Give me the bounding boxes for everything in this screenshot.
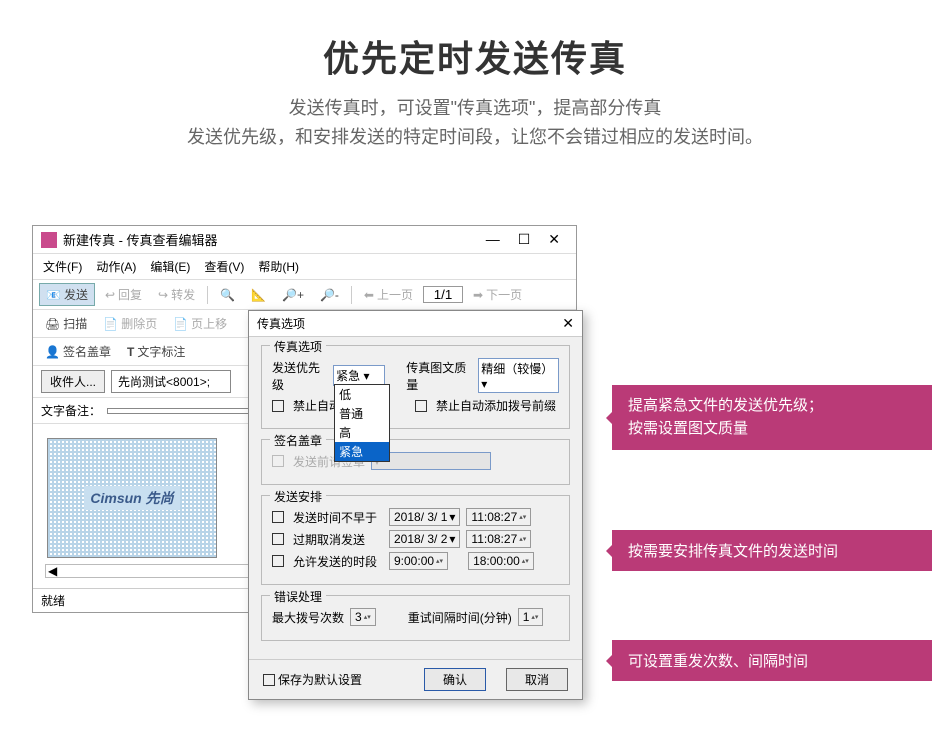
page-indicator[interactable] xyxy=(423,286,463,303)
page-thumbnail[interactable]: Cimsun 先尚 xyxy=(47,438,217,558)
callout-retry: 可设置重发次数、间隔时间 xyxy=(612,640,932,681)
time4-input[interactable]: 18:00:00▴▾ xyxy=(468,552,534,570)
group-title-error: 错误处理 xyxy=(270,588,326,605)
group-title-faxopts: 传真选项 xyxy=(270,338,326,355)
max-dial-label: 最大拨号次数 xyxy=(272,609,344,626)
quality-label: 传真图文质量 xyxy=(406,359,472,393)
not-before-label: 发送时间不早于 xyxy=(293,509,383,526)
priority-label: 发送优先级 xyxy=(272,359,327,393)
date1-input[interactable]: 2018/ 3/ 1 ▾ xyxy=(389,508,460,526)
not-before-checkbox[interactable] xyxy=(272,511,284,523)
preview-logo: Cimsun 先尚 xyxy=(84,486,179,510)
group-sign: 签名盖章 发送前请签章 ▾ xyxy=(261,439,570,485)
expire-checkbox[interactable] xyxy=(272,533,284,545)
menu-view[interactable]: 查看(V) xyxy=(204,258,244,275)
reply-button[interactable]: ↩ 回复 xyxy=(99,284,148,305)
note-label: 文字备注： xyxy=(41,402,101,419)
date2-input[interactable]: 2018/ 3/ 2 ▾ xyxy=(389,530,460,548)
recipient-field[interactable]: 先尚测试<8001>; xyxy=(111,370,231,393)
forbid-prefix-checkbox[interactable] xyxy=(415,400,427,412)
tool-icon-2[interactable]: 📐 xyxy=(245,286,272,304)
recipient-button[interactable]: 收件人... xyxy=(41,370,105,393)
dialog-titlebar: 传真选项 ✕ xyxy=(249,311,582,337)
dialog-footer: 保存为默认设置 确认 取消 xyxy=(249,659,582,699)
send-button[interactable]: 📧 发送 xyxy=(39,283,95,306)
allow-period-checkbox[interactable] xyxy=(272,555,284,567)
expire-label: 过期取消发送 xyxy=(293,531,383,548)
promo-line1: 发送传真时，可设置"传真选项"，提高部分传真 xyxy=(20,94,930,123)
menu-help[interactable]: 帮助(H) xyxy=(258,258,299,275)
priority-select[interactable]: 紧急 ▾ 低 普通 高 紧急 xyxy=(333,365,385,386)
priority-opt-low[interactable]: 低 xyxy=(335,385,389,404)
dialog-close-button[interactable]: ✕ xyxy=(562,315,574,332)
priority-opt-high[interactable]: 高 xyxy=(335,423,389,442)
callout-priority-line1: 提高紧急文件的发送优先级； xyxy=(628,395,823,418)
group-fax-options: 传真选项 发送优先级 紧急 ▾ 低 普通 高 紧急 传真图文质量 精细（较慢） … xyxy=(261,345,570,429)
presign-checkbox[interactable] xyxy=(272,455,284,467)
forbid-auto-checkbox[interactable] xyxy=(272,400,284,412)
forbid-prefix-label: 禁止自动添加拨号前缀 xyxy=(436,397,556,414)
menubar: 文件(F) 动作(A) 编辑(E) 查看(V) 帮助(H) xyxy=(33,254,576,280)
callout-schedule: 按需要安排传真文件的发送时间 xyxy=(612,530,932,571)
quality-select[interactable]: 精细（较慢） ▾ xyxy=(478,358,559,393)
time1-input[interactable]: 11:08:27▴▾ xyxy=(466,508,531,526)
maximize-button[interactable]: ☐ xyxy=(518,231,531,248)
retry-input[interactable]: 1▴▾ xyxy=(518,608,544,626)
time2-input[interactable]: 11:08:27▴▾ xyxy=(466,530,531,548)
save-default-checkbox[interactable] xyxy=(263,674,275,686)
zoom-out-icon[interactable]: 🔎- xyxy=(314,286,345,304)
ok-button[interactable]: 确认 xyxy=(424,668,486,691)
group-error: 错误处理 最大拨号次数 3▴▾ 重试间隔时间(分钟) 1▴▾ xyxy=(261,595,570,641)
promo-header: 优先定时发送传真 发送传真时，可设置"传真选项"，提高部分传真 发送优先级，和安… xyxy=(0,0,950,172)
minimize-button[interactable]: — xyxy=(486,231,500,248)
scan-button[interactable]: 🖨 扫描 xyxy=(39,313,93,334)
close-button[interactable]: ✕ xyxy=(548,231,560,248)
window-title: 新建传真 - 传真查看编辑器 xyxy=(63,230,486,249)
tool-icon-1[interactable]: 🔍 xyxy=(214,286,241,304)
dialog-title: 传真选项 xyxy=(257,315,305,332)
app-icon xyxy=(41,232,57,248)
menu-file[interactable]: 文件(F) xyxy=(43,258,82,275)
page-up-button[interactable]: 📄 页上移 xyxy=(167,313,233,334)
promo-line2: 发送优先级，和安排发送的特定时间段，让您不会错过相应的发送时间。 xyxy=(20,123,930,152)
sign-stamp-button[interactable]: 👤 签名盖章 xyxy=(39,341,117,362)
titlebar: 新建传真 - 传真查看编辑器 — ☐ ✕ xyxy=(33,226,576,254)
cancel-button[interactable]: 取消 xyxy=(506,668,568,691)
group-schedule: 发送安排 发送时间不早于 2018/ 3/ 1 ▾ 11:08:27▴▾ 过期取… xyxy=(261,495,570,585)
priority-opt-normal[interactable]: 普通 xyxy=(335,404,389,423)
fax-options-dialog: 传真选项 ✕ 传真选项 发送优先级 紧急 ▾ 低 普通 高 紧急 传真图文质量 xyxy=(248,310,583,700)
callout-priority: 提高紧急文件的发送优先级； 按需设置图文质量 xyxy=(612,385,932,450)
next-page-button[interactable]: ➡ 下一页 xyxy=(467,284,528,305)
group-title-sign: 签名盖章 xyxy=(270,432,326,449)
menu-edit[interactable]: 编辑(E) xyxy=(150,258,190,275)
callout-priority-line2: 按需设置图文质量 xyxy=(628,418,823,441)
text-annot-button[interactable]: T 文字标注 xyxy=(121,341,191,362)
delete-page-button[interactable]: 📄 删除页 xyxy=(97,313,163,334)
forward-button[interactable]: ↪ 转发 xyxy=(152,284,201,305)
save-default-label: 保存为默认设置 xyxy=(278,671,362,688)
priority-dropdown: 低 普通 高 紧急 xyxy=(334,384,390,462)
zoom-in-icon[interactable]: 🔎+ xyxy=(276,286,310,304)
promo-title: 优先定时发送传真 xyxy=(20,30,930,82)
time3-input[interactable]: 9:00:00▴▾ xyxy=(389,552,448,570)
retry-label: 重试间隔时间(分钟) xyxy=(408,609,512,626)
priority-opt-urgent[interactable]: 紧急 xyxy=(335,442,389,461)
max-dial-input[interactable]: 3▴▾ xyxy=(350,608,376,626)
toolbar-1: 📧 发送 ↩ 回复 ↪ 转发 🔍 📐 🔎+ 🔎- ⬅ 上一页 ➡ 下一页 xyxy=(33,280,576,310)
group-title-schedule: 发送安排 xyxy=(270,488,326,505)
allow-period-label: 允许发送的时段 xyxy=(293,553,383,570)
menu-action[interactable]: 动作(A) xyxy=(96,258,136,275)
prev-page-button[interactable]: ⬅ 上一页 xyxy=(358,284,419,305)
